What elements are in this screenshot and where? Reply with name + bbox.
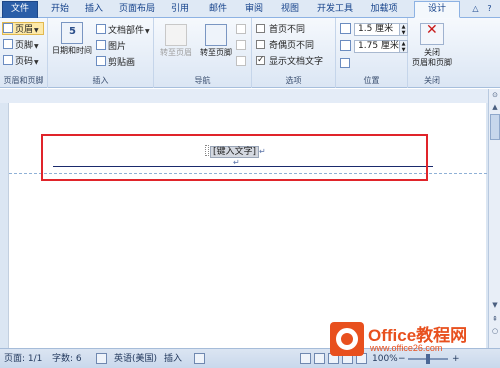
watermark: Office教程网 www.office26.com bbox=[330, 318, 500, 366]
scroll-up-icon[interactable]: ▲ bbox=[490, 103, 500, 111]
clip-art-button[interactable]: 剪贴画 bbox=[96, 56, 135, 69]
alignment-tab-icon bbox=[340, 58, 350, 68]
page-number-button[interactable]: 页码▼ bbox=[3, 55, 39, 68]
goto-header-icon bbox=[165, 24, 187, 46]
date-time-button[interactable]: 5 日期和时间 bbox=[50, 22, 94, 56]
different-first-page-checkbox[interactable]: 首页不同 bbox=[256, 24, 305, 36]
header-position-icon bbox=[340, 23, 351, 34]
header-position-spinner[interactable]: 1.5 厘米 ▲ ▼ bbox=[340, 23, 410, 36]
next-section-button[interactable] bbox=[236, 40, 248, 53]
tab-review[interactable]: 审阅 bbox=[240, 2, 268, 18]
ruler-strip bbox=[0, 89, 500, 103]
goto-footer-button[interactable]: 转至页脚 bbox=[196, 24, 236, 58]
tab-page-layout[interactable]: 页面布局 bbox=[114, 2, 160, 18]
proofing-icon[interactable] bbox=[96, 353, 107, 364]
help-icon[interactable]: ? bbox=[484, 3, 495, 14]
group-label-position: 位置 bbox=[363, 76, 380, 85]
tab-file[interactable]: 文件 bbox=[2, 1, 38, 18]
group-header-footer: 页眉▼ 页脚▼ 页码▼ 页眉和页脚 bbox=[0, 18, 48, 88]
document-page[interactable]: [键入文字] ↵ ↵ bbox=[8, 103, 487, 348]
footer-button[interactable]: 页脚▼ bbox=[3, 39, 39, 52]
footer-position-spinner[interactable]: 1.75 厘米 ▲ ▼ bbox=[340, 40, 410, 53]
highlight-box bbox=[41, 134, 428, 181]
document-workspace: [键入文字] ↵ ↵ bbox=[0, 103, 488, 348]
spinner-arrows-icon[interactable]: ▲ ▼ bbox=[400, 40, 408, 53]
tab-references[interactable]: 引用 bbox=[166, 2, 194, 18]
doc-parts-button[interactable]: 文档部件▼ bbox=[96, 24, 150, 37]
group-label-options: 选项 bbox=[285, 76, 302, 85]
ruler-toggle-icon[interactable]: ⊙ bbox=[490, 91, 500, 99]
chevron-down-icon: ▼ bbox=[145, 28, 150, 35]
tab-mailings[interactable]: 邮件 bbox=[204, 2, 232, 18]
page-count[interactable]: 页面: 1/1 bbox=[4, 353, 42, 365]
link-icon bbox=[236, 56, 246, 66]
ribbon-tab-bar: 文件 开始 插入 页面布局 引用 邮件 审阅 视图 开发工具 加载项 设计 △ … bbox=[0, 0, 500, 18]
macro-recording-icon[interactable] bbox=[194, 353, 205, 364]
previous-section-button[interactable] bbox=[236, 24, 248, 37]
chevron-down-icon: ▼ bbox=[34, 43, 39, 50]
chevron-down-icon: ▼ bbox=[34, 27, 39, 34]
footer-position-icon bbox=[340, 40, 351, 51]
group-insert: 5 日期和时间 文档部件▼ 图片 剪贴画 插入 bbox=[48, 18, 154, 88]
window-help-controls: △ ? bbox=[470, 3, 496, 15]
checkbox-box-checked bbox=[256, 54, 265, 66]
chevron-down-icon: ▼ bbox=[34, 59, 39, 66]
group-close: 关闭 页眉和页脚 关闭 bbox=[408, 18, 456, 88]
close-header-footer-button[interactable]: 关闭 页眉和页脚 bbox=[408, 23, 456, 68]
doc-parts-icon bbox=[96, 24, 106, 34]
footer-position-field[interactable]: 1.75 厘米 bbox=[354, 40, 400, 53]
footer-icon bbox=[3, 39, 13, 49]
goto-footer-icon bbox=[205, 24, 227, 46]
tab-design[interactable]: 设计 bbox=[414, 1, 460, 18]
header-position-field[interactable]: 1.5 厘米 bbox=[354, 23, 400, 36]
group-position: 1.5 厘米 ▲ ▼ 1.75 厘米 ▲ ▼ 位置 bbox=[336, 18, 408, 88]
watermark-url: www.office26.com bbox=[370, 343, 443, 353]
vertical-scrollbar[interactable]: ⊙ ▲ ▼ ⇞ ○ bbox=[488, 89, 500, 348]
goto-header-button[interactable]: 转至页眉 bbox=[156, 24, 196, 58]
group-label-insert: 插入 bbox=[92, 76, 109, 85]
page-number-icon bbox=[3, 55, 13, 65]
tab-developer[interactable]: 开发工具 bbox=[312, 2, 358, 18]
tab-home[interactable]: 开始 bbox=[46, 2, 74, 18]
word-count[interactable]: 字数: 6 bbox=[52, 353, 82, 365]
scroll-thumb[interactable] bbox=[490, 114, 500, 140]
office-logo-icon bbox=[330, 322, 364, 356]
group-label-header-footer: 页眉和页脚 bbox=[3, 76, 44, 85]
close-icon bbox=[420, 23, 444, 45]
spinner-arrows-icon[interactable]: ▲ ▼ bbox=[400, 23, 408, 36]
picture-icon bbox=[96, 40, 106, 50]
previous-icon bbox=[236, 24, 246, 34]
ribbon: 页眉▼ 页脚▼ 页码▼ 页眉和页脚 5 日期和时间 文档部件▼ 图片 剪贴画 插… bbox=[0, 18, 500, 88]
group-navigation: 转至页眉 转至页脚 导航 bbox=[154, 18, 252, 88]
header-button[interactable]: 页眉▼ bbox=[2, 22, 44, 35]
clip-art-icon bbox=[96, 56, 106, 66]
language-indicator[interactable]: 英语(美国) bbox=[114, 353, 157, 365]
tab-view[interactable]: 视图 bbox=[276, 2, 304, 18]
checkbox-box bbox=[256, 24, 265, 33]
different-odd-even-checkbox[interactable]: 奇偶页不同 bbox=[256, 40, 314, 52]
print-layout-view-icon[interactable] bbox=[300, 353, 311, 364]
show-document-text-checkbox[interactable]: 显示文档文字 bbox=[256, 54, 323, 68]
group-label-navigation: 导航 bbox=[194, 76, 211, 85]
group-options: 首页不同 奇偶页不同 显示文档文字 选项 bbox=[252, 18, 336, 88]
link-to-previous-button[interactable] bbox=[236, 56, 248, 69]
next-icon bbox=[236, 40, 246, 50]
checkbox-box bbox=[256, 40, 265, 49]
calendar-icon: 5 bbox=[61, 22, 83, 44]
picture-button[interactable]: 图片 bbox=[96, 40, 126, 53]
tab-insert[interactable]: 插入 bbox=[80, 2, 108, 18]
insert-mode-indicator[interactable]: 插入 bbox=[164, 353, 182, 365]
chevron-up-icon[interactable]: △ bbox=[470, 3, 481, 14]
insert-alignment-tab-button[interactable] bbox=[340, 58, 352, 71]
tab-add-ins[interactable]: 加载项 bbox=[364, 2, 404, 18]
group-label-close: 关闭 bbox=[424, 76, 440, 85]
scroll-down-icon[interactable]: ▼ bbox=[490, 301, 500, 309]
full-screen-reading-view-icon[interactable] bbox=[314, 353, 325, 364]
header-icon bbox=[3, 23, 13, 33]
